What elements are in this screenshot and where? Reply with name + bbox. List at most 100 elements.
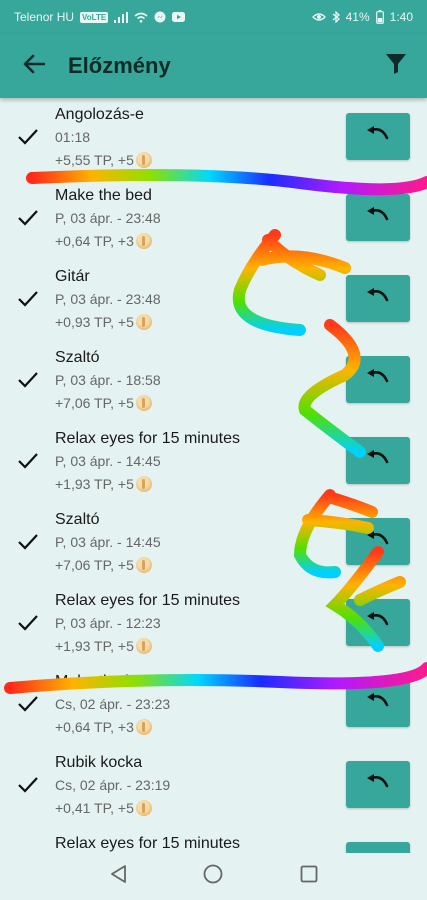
coin-icon [135,395,152,411]
item-reward: +0,41 TP, +5 [55,800,152,816]
history-item: Gitár P, 03 ápr. - 23:48 +0,93 TP, +5 [0,260,427,341]
undo-button[interactable] [346,275,410,322]
history-item: Angolozás-e 01:18 +5,55 TP, +5 [0,98,427,179]
item-time: P, 03 ápr. - 14:45 [55,534,161,550]
signal-icon [114,11,129,23]
reward-text: +1,93 TP, +5 [55,476,134,492]
item-name: Gitár [55,268,90,285]
undo-button[interactable] [346,194,410,241]
nav-back-button[interactable] [98,857,138,897]
reward-text: +0,64 TP, +3 [55,233,134,249]
item-reward: +7,06 TP, +5 [55,395,152,411]
undo-button[interactable] [346,437,410,484]
check-icon [16,610,40,634]
item-time: Cs, 02 ápr. - 23:23 [55,696,171,712]
triangle-back-icon [109,864,127,889]
check-icon [16,124,40,148]
undo-icon [366,207,390,228]
system-nav-bar [0,853,427,900]
item-name: Rubik kocka [55,754,143,771]
item-reward: +0,64 TP, +3 [55,719,152,735]
history-item: Make the bed Cs, 02 ápr. - 23:23 +0,64 T… [0,665,427,746]
item-reward: +0,64 TP, +3 [55,233,152,249]
coin-icon [135,233,152,249]
battery-icon [375,10,384,24]
undo-button[interactable] [346,356,410,403]
coin-icon [135,638,152,654]
item-reward: +5,55 TP, +5 [55,152,152,168]
history-item: Rubik kocka Cs, 02 ápr. - 23:19 +0,41 TP… [0,746,427,827]
item-name: Relax eyes for 15 minutes [55,430,240,447]
history-item: Relax eyes for 15 minutes P, 03 ápr. - 1… [0,422,427,503]
undo-icon [366,693,390,714]
arrow-back-icon [23,54,46,79]
undo-button[interactable] [346,680,410,727]
square-recents-icon [300,865,318,888]
app-bar: Előzmény [0,34,427,98]
undo-button[interactable] [346,761,410,808]
item-reward: +1,93 TP, +5 [55,638,152,654]
item-name: Angolozás-e [55,106,144,123]
check-icon [16,286,40,310]
reward-text: +0,41 TP, +5 [55,800,134,816]
battery-percent: 41% [345,10,370,24]
undo-icon [366,126,390,147]
undo-icon [366,288,390,309]
reward-text: +7,06 TP, +5 [55,557,134,573]
undo-icon [366,450,390,471]
volte-badge: VoLTE [80,11,109,23]
circle-home-icon [203,864,223,889]
item-name: Szaltó [55,511,100,528]
reward-text: +0,64 TP, +3 [55,719,134,735]
wifi-icon [134,12,148,23]
nav-recents-button[interactable] [289,857,329,897]
coin-icon [135,800,152,816]
item-reward: +1,93 TP, +5 [55,476,152,492]
clock: 1:40 [389,10,413,24]
back-button[interactable] [0,34,68,98]
item-time: Cs, 02 ápr. - 23:19 [55,777,171,793]
reward-text: +7,06 TP, +5 [55,395,134,411]
history-item: Relax eyes for 15 minutes P, 03 ápr. - 1… [0,584,427,665]
messenger-icon [154,11,166,23]
item-name: Relax eyes for 15 minutes [55,835,240,852]
undo-icon [366,612,390,633]
nav-home-button[interactable] [193,857,233,897]
item-name: Make the bed [55,673,152,690]
check-icon [16,772,40,796]
coin-icon [135,719,152,735]
filter-icon [386,53,406,79]
coin-icon [135,152,152,168]
history-item: Relax eyes for 15 minutes [0,827,427,853]
undo-button[interactable] [346,842,410,853]
item-time: P, 03 ápr. - 23:48 [55,291,161,307]
check-icon [16,691,40,715]
page-title: Előzmény [68,53,171,78]
item-name: Relax eyes for 15 minutes [55,592,240,609]
history-list[interactable]: Angolozás-e 01:18 +5,55 TP, +5 Make the … [0,98,427,853]
check-icon [16,448,40,472]
item-time: P, 03 ápr. - 14:45 [55,453,161,469]
reward-text: +5,55 TP, +5 [55,152,134,168]
item-time: P, 03 ápr. - 23:48 [55,210,161,226]
undo-button[interactable] [346,518,410,565]
item-time: P, 03 ápr. - 12:23 [55,615,161,631]
eye-comfort-icon [311,12,326,22]
undo-icon [366,531,390,552]
coin-icon [135,557,152,573]
filter-button[interactable] [365,34,427,98]
history-item: Make the bed P, 03 ápr. - 23:48 +0,64 TP… [0,179,427,260]
carrier-label: Telenor HU [14,10,75,24]
item-time: P, 03 ápr. - 18:58 [55,372,161,388]
item-name: Make the bed [55,187,152,204]
status-bar: Telenor HU VoLTE 41% 1:40 [0,0,427,34]
history-item: Szaltó P, 03 ápr. - 18:58 +7,06 TP, +5 [0,341,427,422]
undo-icon [366,369,390,390]
youtube-icon [172,12,186,22]
item-name: Szaltó [55,349,100,366]
coin-icon [135,314,152,330]
history-item: Szaltó P, 03 ápr. - 14:45 +7,06 TP, +5 [0,503,427,584]
undo-button[interactable] [346,113,410,160]
undo-button[interactable] [346,599,410,646]
bluetooth-icon [332,11,340,23]
